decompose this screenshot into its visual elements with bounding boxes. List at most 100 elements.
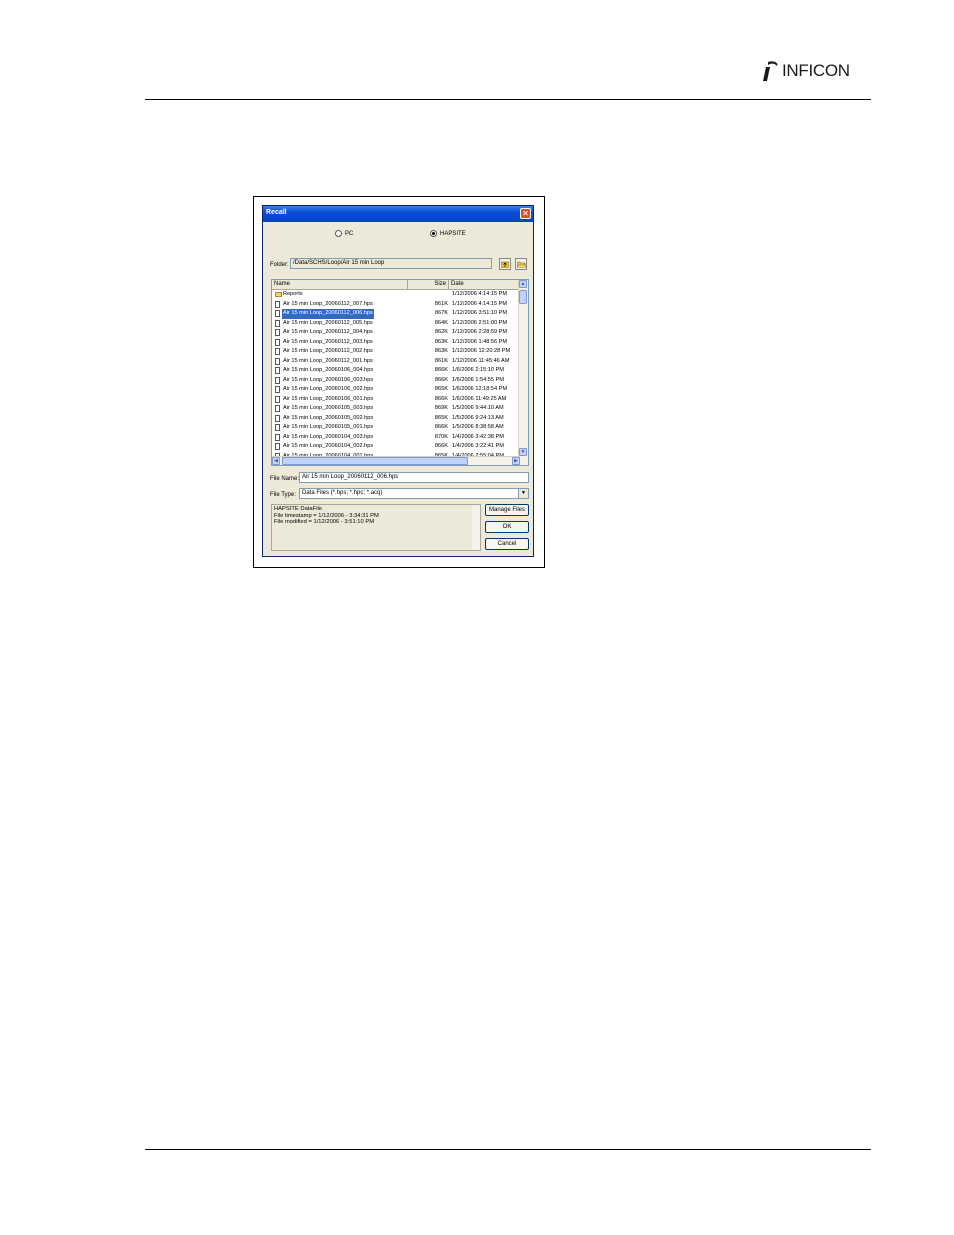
list-item[interactable]: Air 15 min Loop_20060112_007.hps 861K 1/12… [272, 300, 520, 310]
file-name: Air 15 min Loop_20060112_004.hps [283, 329, 373, 335]
file-size: 864K [434, 319, 448, 326]
file-name: Reports [283, 291, 303, 297]
list-item[interactable]: Air 15 min Loop_20060112_002.hps 863K 1/12… [272, 347, 520, 357]
scroll-down-icon[interactable]: ▼ [519, 448, 527, 456]
info-line: File timestamp = 1/12/2006 - 3:34:31 PM [274, 512, 379, 519]
file-icon [275, 376, 280, 384]
file-size: 866K [434, 443, 448, 449]
file-name: Air 15 min Loop_20060112_007.hps [283, 300, 373, 307]
folder-up-icon[interactable] [499, 258, 511, 270]
scroll-up-icon[interactable]: ▲ [519, 280, 527, 288]
radio-hapsite-indicator[interactable] [430, 230, 437, 237]
file-date: 1/12/2006 2:51:00 PM [452, 319, 508, 326]
file-rows: Reports 1/12/2006 4:14:15 PM Air 15 min Lo… [272, 290, 520, 461]
file-size: 866K [434, 376, 448, 383]
file-name: Air 15 min Loop_20060106_001.hps [283, 395, 374, 402]
chevron-down-icon[interactable]: ▼ [518, 489, 528, 498]
file-name-input[interactable]: Air 15 min Loop_20060112_006.hps [299, 472, 529, 483]
scroll-left-icon[interactable]: ◀ [272, 457, 280, 465]
file-size: 861K [434, 300, 448, 307]
file-icon [275, 367, 280, 374]
list-item[interactable]: Air 15 min Loop_20060106_004.hps 866K 1/6/… [272, 366, 520, 376]
list-item[interactable]: Air 15 min Loop_20060106_001.hps 866K 1/6/… [272, 395, 520, 405]
file-name: Air 15 min Loop_20060106_002.hps [283, 386, 374, 392]
list-item[interactable]: Air 15 min Loop_20060106_003.hps 866K 1/6/… [272, 376, 520, 386]
file-size: 865K [434, 386, 448, 392]
file-date: 1/12/2006 4:14:15 PM [452, 300, 508, 307]
manage-files-button[interactable]: Manage Files [485, 504, 529, 516]
list-item[interactable]: Air 15 min Loop_20060104_003.hps 870K 1/4/… [272, 433, 520, 443]
file-date: 1/6/2006 12:18:54 PM [452, 386, 508, 392]
ok-button[interactable]: OK [485, 521, 529, 533]
file-icon [275, 329, 280, 336]
scroll-right-icon[interactable]: ▶ [512, 457, 520, 465]
file-name: Air 15 min Loop_20060104_002.hps [283, 443, 374, 449]
radio-pc[interactable]: PC [335, 230, 353, 237]
file-size: 865K [434, 414, 448, 421]
vertical-scrollbar[interactable]: ▲ ▼ [518, 280, 528, 465]
list-item[interactable]: Air 15 min Loop_20060105_003.hps 869K 1/5/… [272, 404, 520, 414]
file-name: Air 15 min Loop_20060106_004.hps [283, 367, 374, 373]
list-item[interactable]: Air 15 min Loop_20060112_004.hps 862K 1/12… [272, 328, 520, 338]
file-size: 863K [434, 338, 448, 345]
file-icon [275, 338, 280, 346]
radio-hapsite-label: HAPSITE [440, 230, 466, 237]
column-date[interactable]: Date [449, 280, 520, 289]
list-item[interactable]: Reports 1/12/2006 4:14:15 PM [272, 290, 520, 300]
column-size[interactable]: Size [408, 280, 449, 289]
file-date: 1/12/2006 1:48:56 PM [452, 338, 508, 345]
file-size: 861K [434, 357, 448, 364]
hscroll-thumb[interactable] [282, 457, 468, 465]
open-folder-icon[interactable] [515, 258, 527, 270]
file-size: 862K [434, 329, 448, 335]
list-item[interactable]: Air 15 min Loop_20060112_003.hps 863K 1/12… [272, 338, 520, 348]
list-item[interactable]: Air 15 min Loop_20060112_001.hps 861K 1/12… [272, 357, 520, 367]
cancel-button[interactable]: Cancel [485, 538, 529, 550]
list-item[interactable]: Air 15 min Loop_20060105_002.hps 865K 1/5/… [272, 414, 520, 424]
radio-hapsite[interactable]: HAPSITE [430, 230, 466, 237]
info-line: HAPSITE DataFile [274, 506, 322, 512]
list-item[interactable]: Air 15 min Loop_20060112_005.hps 864K 1/12… [272, 319, 520, 329]
file-icon [275, 424, 280, 431]
list-item[interactable]: Air 15 min Loop_20060106_002.hps 865K 1/6/… [272, 385, 520, 395]
list-item[interactable]: Air 15 min Loop_20060104_002.hps 866K 1/4/… [272, 442, 520, 452]
file-type-label: File Type: [270, 492, 296, 498]
file-type-select[interactable]: Data Files (*.hps; *.hpc; *.acq) ▼ [299, 488, 529, 499]
folder-icon [275, 292, 282, 297]
info-scrollbar[interactable] [472, 505, 480, 550]
list-header: Name Size Date [272, 280, 520, 290]
file-size: 866K [434, 424, 448, 430]
file-icon [275, 300, 280, 308]
file-date: 1/5/2006 8:38:58 AM [452, 424, 504, 430]
column-name[interactable]: Name [272, 280, 408, 289]
list-item[interactable]: Air 15 min Loop_20060105_001.hps 866K 1/5/… [272, 423, 520, 433]
file-icon [275, 348, 280, 355]
close-icon[interactable]: ✕ [520, 208, 531, 219]
file-date: 1/5/2006 9:44:10 AM [452, 405, 504, 411]
scroll-thumb[interactable] [519, 290, 527, 304]
file-size: 870K [434, 433, 448, 440]
folder-label: Folder: [270, 262, 289, 268]
file-name: Air 15 min Loop_20060112_001.hps [283, 357, 373, 364]
file-icon [275, 386, 280, 393]
file-icon [275, 357, 280, 365]
file-size: 866K [434, 395, 448, 402]
title-bar: Recall ✕ [263, 206, 533, 222]
file-date: 1/5/2006 9:24:13 AM [452, 414, 504, 421]
file-size: 863K [434, 348, 448, 354]
file-name-label: File Name: [270, 476, 300, 482]
radio-pc-indicator[interactable] [335, 230, 342, 237]
info-line: File modified = 1/12/2006 - 3:51:10 PM [274, 519, 375, 526]
list-item[interactable]: Air 15 min Loop_20060112_006.hps 867K 1/12… [272, 309, 520, 319]
file-name: Air 15 min Loop_20060112_006.hps [282, 309, 374, 319]
file-info-box: HAPSITE DataFile File timestamp = 1/12/2… [271, 504, 481, 551]
file-date: 1/12/2006 2:28:59 PM [452, 329, 508, 335]
file-size: 869K [434, 405, 448, 411]
file-name: Air 15 min Loop_20060105_002.hps [283, 414, 374, 421]
horizontal-scrollbar[interactable]: ◀ ▶ [272, 456, 520, 465]
file-name: Air 15 min Loop_20060106_003.hps [283, 376, 374, 383]
file-date: 1/4/2006 3:22:41 PM [452, 443, 504, 449]
file-list[interactable]: Name Size Date Reports 1/12/2006 4:14:15 … [271, 279, 529, 466]
radio-pc-label: PC [345, 230, 354, 237]
recall-dialog: Recall ✕ PC HAPSITE Folder: /Data/SCHS/L… [262, 205, 534, 557]
